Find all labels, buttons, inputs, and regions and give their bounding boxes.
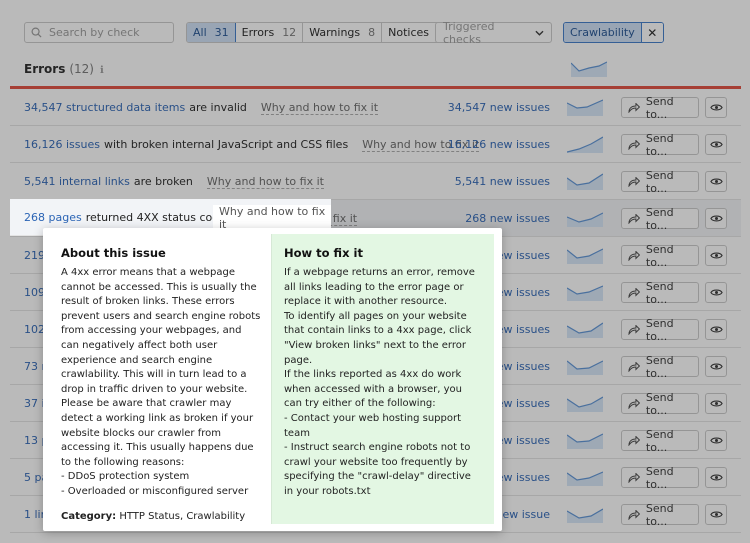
category-line: Category: HTTP Status, Crawlability (61, 511, 261, 522)
fix-title: How to fix it (284, 246, 363, 260)
issue-info-popover: About this issue A 4xx error means that … (43, 228, 502, 531)
fix-text: If the links reported as 4xx do work whe… (284, 369, 463, 410)
about-text: A 4xx error means that a webpage cannot … (61, 267, 261, 468)
about-title: About this issue (61, 246, 166, 260)
fix-text: - Contact your web hosting support team (284, 412, 462, 439)
about-reason: - Overloaded or misconfigured server (61, 485, 249, 497)
about-issue-panel: About this issue A 4xx error means that … (51, 234, 271, 524)
issue-description: returned 4XX status code (85, 211, 226, 224)
site-audit-issues-page: All31 Errors12 Warnings8 Notices11 Trigg… (0, 0, 750, 543)
category-label: Category: (61, 510, 117, 522)
issue-link[interactable]: 268 pages (24, 211, 82, 224)
about-reason: - DDoS protection system (61, 471, 190, 483)
fix-text: - Instruct search engine robots not to c… (284, 442, 471, 497)
how-to-fix-panel: How to fix it If a webpage returns an er… (271, 234, 494, 524)
fix-text: If a webpage returns an error, remove al… (284, 267, 475, 308)
category-value: HTTP Status, Crawlability (119, 510, 246, 522)
fix-text: To identify all pages on your website th… (284, 310, 472, 366)
